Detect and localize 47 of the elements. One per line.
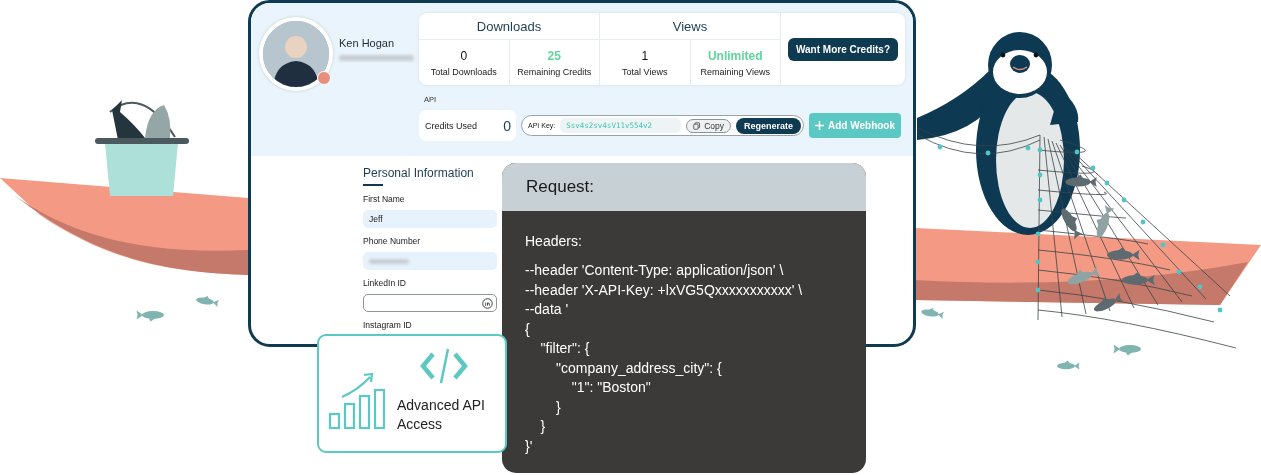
code-line: }' [525,436,534,456]
field-label: First Name [363,194,406,204]
redacted-text [369,258,409,264]
code-line: } [555,397,562,417]
code-line: "company_address_city": { [555,358,723,378]
plus-icon [815,121,824,130]
stat-value: 0 [460,48,468,63]
code-line: --data ' [525,300,570,319]
panel-header: Request: [502,163,866,211]
code-heading: Headers: [525,233,583,249]
code-line: --header 'X-API-Key: +lxVG5Qxxxxxxxxxxx' \ [525,280,804,300]
field-label: Phone Number [363,236,422,246]
input-field[interactable]: Jeff [363,210,497,228]
section-title: Personal Information [363,166,475,180]
fish-icon [136,310,164,322]
fish-icon [1113,344,1141,356]
stat-label: Total Downloads [430,66,497,77]
code-icon [419,346,469,386]
stats-heading: Downloads [419,13,599,40]
fish-icon [1057,360,1080,370]
copy-icon [693,121,702,130]
code-line: { [525,319,531,339]
feature-label: Advanced API Access [397,396,486,434]
field-label: Instagram ID [363,320,413,330]
linkedin-icon [482,297,493,309]
stat-label: Total Views [622,66,668,77]
user-name: Ken Hogan [339,37,396,49]
fish-icon [196,296,219,307]
code-line: } [539,417,547,436]
credits-used-value: 0 [503,117,511,134]
field-label: LinkedIn ID [363,278,407,288]
code-line: --header 'Content-Type: application/json' \ [525,261,785,280]
fish-icon [921,308,944,319]
input-field[interactable] [363,252,497,270]
regenerate-button[interactable]: Regenerate [735,117,801,134]
want-credits-button[interactable]: Want More Credits? [787,37,899,61]
stats-heading: Views [600,13,780,40]
stat-value: Unlimited [707,48,763,63]
stat-value: 25 [547,48,561,63]
code-line: "filter": { [539,339,591,358]
input-field[interactable] [363,294,497,312]
stat-label: Remaining Views [700,66,770,77]
stat-value: 1 [641,48,649,63]
copy-button[interactable]: Copy [686,118,731,133]
credits-used-label: Credits Used [425,120,478,131]
stat-label: Remaining Credits [517,66,592,77]
code-line: "1": "Boston" [570,378,652,397]
